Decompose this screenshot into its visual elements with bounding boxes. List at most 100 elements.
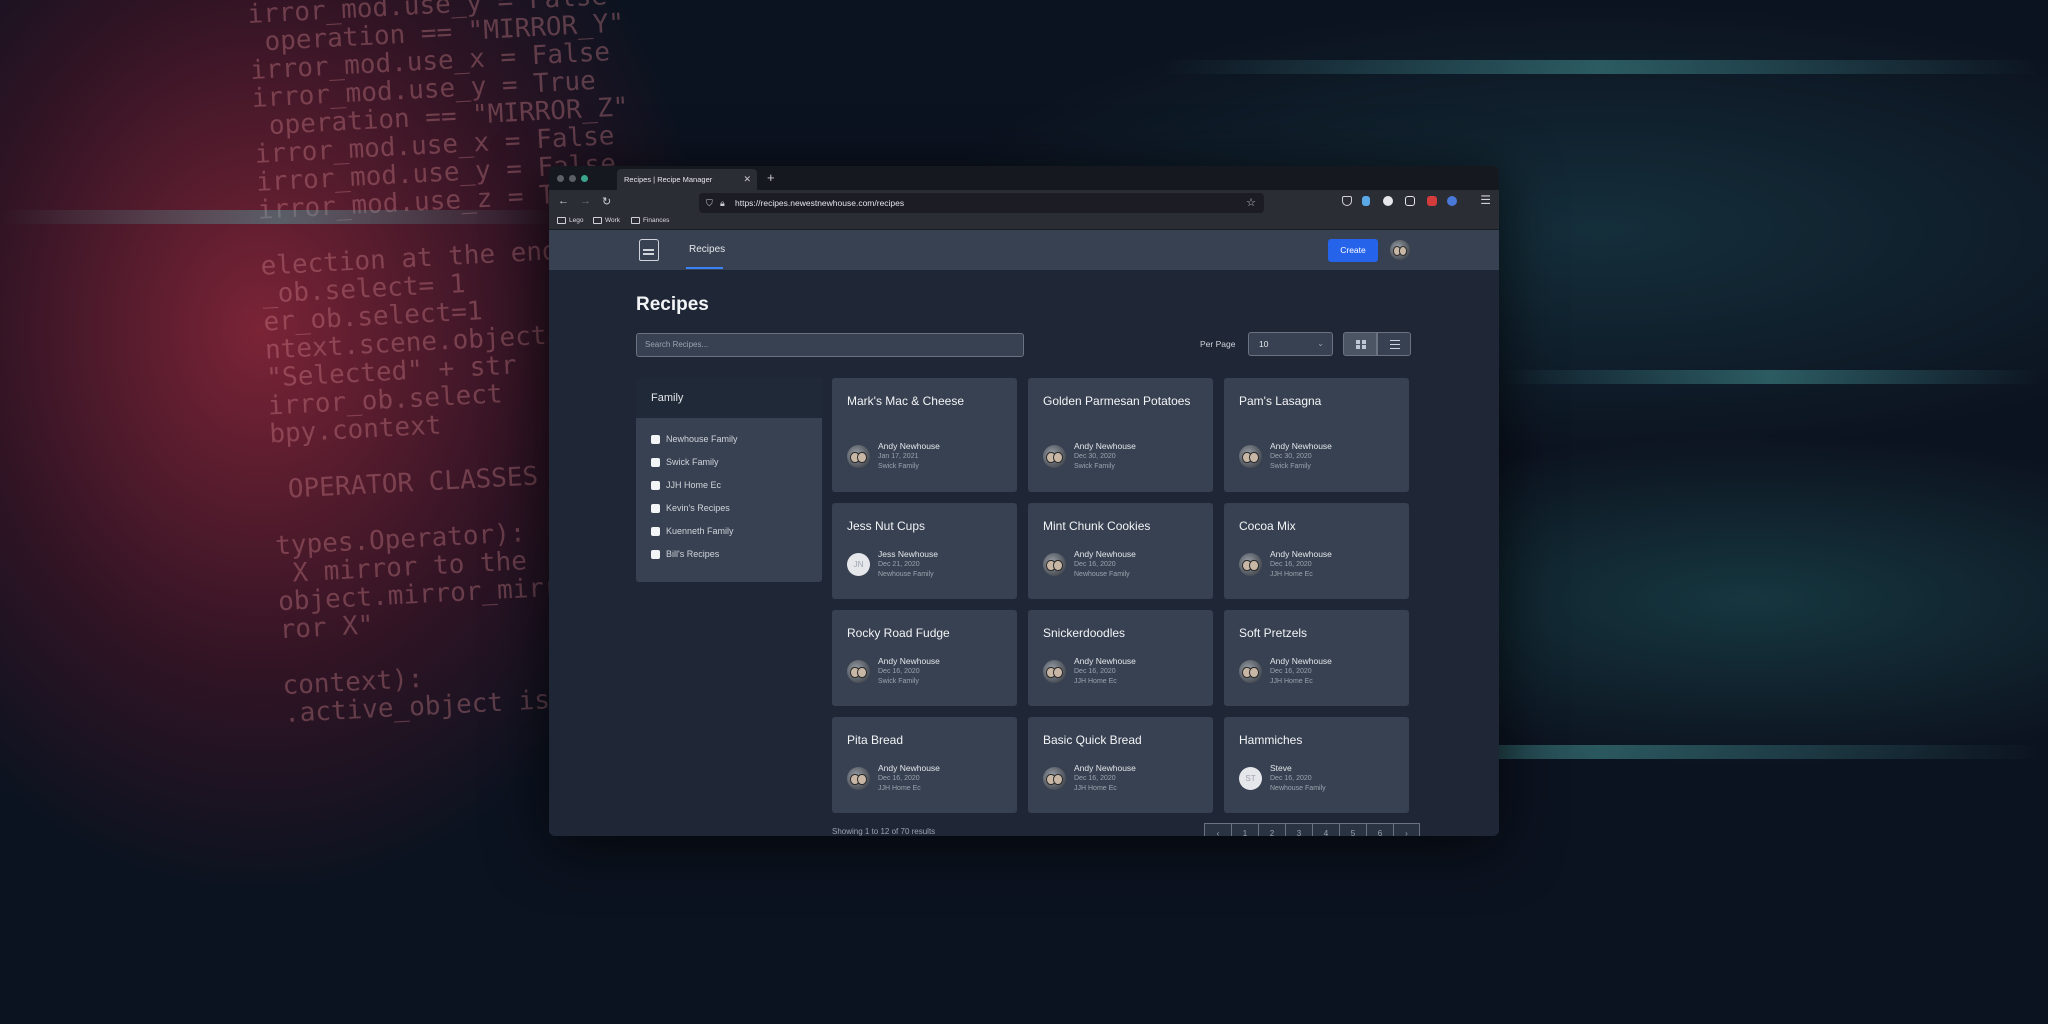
- author-name: Andy Newhouse: [1074, 549, 1136, 559]
- download-icon[interactable]: [1362, 196, 1370, 206]
- recipe-card[interactable]: Mint Chunk Cookies Andy Newhouse Dec 16, …: [1028, 503, 1213, 599]
- prev-page-button[interactable]: ‹: [1204, 823, 1231, 836]
- recipe-card[interactable]: Pita Bread Andy Newhouse Dec 16, 2020 JJH …: [832, 717, 1017, 813]
- filter-option[interactable]: Swick Family: [651, 455, 719, 469]
- recipe-title: Mint Chunk Cookies: [1043, 519, 1151, 533]
- checkbox[interactable]: [651, 457, 660, 467]
- recipe-date: Dec 16, 2020: [878, 668, 920, 675]
- page-title: Recipes: [636, 294, 709, 315]
- filter-option[interactable]: Kevin's Recipes: [651, 501, 730, 515]
- page-button[interactable]: 5: [1339, 823, 1366, 836]
- checkbox[interactable]: [651, 549, 660, 559]
- crop-icon[interactable]: [1405, 196, 1415, 206]
- filter-option[interactable]: Newhouse Family: [651, 432, 738, 446]
- recipe-card[interactable]: Cocoa Mix Andy Newhouse Dec 16, 2020 JJH H…: [1224, 503, 1409, 599]
- author-name: Jess Newhouse: [878, 549, 939, 559]
- window-maximize-dot[interactable]: [581, 175, 588, 182]
- recipe-title: Soft Pretzels: [1239, 626, 1308, 640]
- author-name: Andy Newhouse: [878, 763, 940, 773]
- search-input[interactable]: Search Recipes...: [636, 333, 1024, 357]
- recipe-card[interactable]: Jess Nut Cups JN Jess Newhouse Dec 21, 20…: [832, 503, 1017, 599]
- recipe-title: Pita Bread: [847, 733, 904, 747]
- browser-window: Recipes | Recipe Manager ✕ + ← → ↻ ⛉ 🔒︎ …: [549, 166, 1499, 836]
- recipe-date: Dec 16, 2020: [878, 775, 920, 782]
- page-button[interactable]: 3: [1285, 823, 1312, 836]
- recipe-card[interactable]: Mark's Mac & Cheese Andy Newhouse Jan 17,…: [832, 378, 1017, 492]
- browser-tab-bar: Recipes | Recipe Manager ✕ +: [549, 166, 1499, 190]
- bookmark-work[interactable]: Work: [593, 217, 620, 224]
- user-avatar[interactable]: [1390, 240, 1410, 260]
- page-button[interactable]: 4: [1312, 823, 1339, 836]
- recipe-family: Newhouse Family: [1074, 571, 1130, 578]
- author-avatar: [1239, 445, 1262, 468]
- recipe-date: Dec 16, 2020: [1270, 668, 1312, 675]
- page-button[interactable]: 2: [1258, 823, 1285, 836]
- recipe-title: Golden Parmesan Potatoes: [1043, 394, 1191, 408]
- pocket-icon[interactable]: [1342, 196, 1352, 206]
- folder-icon: [557, 217, 566, 224]
- author-name: Andy Newhouse: [1074, 763, 1136, 773]
- list-view-button[interactable]: [1377, 332, 1411, 356]
- back-icon[interactable]: ←: [558, 195, 569, 207]
- extension-red-icon[interactable]: [1427, 196, 1437, 206]
- new-tab-icon[interactable]: +: [767, 168, 775, 188]
- author-name: Andy Newhouse: [878, 656, 940, 666]
- per-page-value: 10: [1259, 339, 1269, 349]
- recipe-card[interactable]: Pam's Lasagna Andy Newhouse Dec 30, 2020 S…: [1224, 378, 1409, 492]
- list-icon: [1390, 340, 1400, 349]
- recipe-card[interactable]: Basic Quick Bread Andy Newhouse Dec 16, 2…: [1028, 717, 1213, 813]
- filter-option-label: Swick Family: [666, 457, 719, 467]
- checkbox[interactable]: [651, 503, 660, 513]
- author-avatar: [1239, 553, 1262, 576]
- recipe-card[interactable]: Snickerdoodles Andy Newhouse Dec 16, 2020…: [1028, 610, 1213, 706]
- checkbox[interactable]: [651, 480, 660, 490]
- author-avatar: [847, 445, 870, 468]
- bookmark-label: Work: [605, 217, 621, 224]
- window-close-dot[interactable]: [557, 175, 564, 182]
- recipe-author: Andy Newhouse Dec 16, 2020 JJH Home Ec: [1239, 549, 1332, 580]
- per-page-select[interactable]: 10 ⌄: [1248, 332, 1333, 356]
- page-button[interactable]: 1: [1231, 823, 1258, 836]
- page-button[interactable]: 6: [1366, 823, 1393, 836]
- next-page-button[interactable]: ›: [1393, 823, 1420, 836]
- recipe-author: Andy Newhouse Dec 30, 2020 Swick Family: [1239, 441, 1332, 472]
- create-button[interactable]: Create: [1328, 239, 1378, 262]
- checkbox[interactable]: [651, 434, 660, 444]
- recipe-date: Dec 16, 2020: [1074, 775, 1116, 782]
- grid-view-button[interactable]: [1343, 332, 1377, 356]
- shield-icon[interactable]: ⛉: [706, 193, 713, 213]
- lock-icon[interactable]: 🔒︎: [720, 193, 725, 213]
- close-tab-icon[interactable]: ✕: [743, 169, 751, 190]
- extension-circle-icon[interactable]: [1383, 196, 1393, 206]
- extension-shield-icon[interactable]: [1447, 196, 1457, 206]
- bookmark-star-icon[interactable]: ☆: [1246, 193, 1256, 213]
- filter-option[interactable]: Bill's Recipes: [651, 547, 719, 561]
- recipe-card[interactable]: Soft Pretzels Andy Newhouse Dec 16, 2020 J…: [1224, 610, 1409, 706]
- recipe-card[interactable]: Hammiches ST Steve Dec 16, 2020 Newhouse F…: [1224, 717, 1409, 813]
- checkbox[interactable]: [651, 526, 660, 536]
- window-minimize-dot[interactable]: [569, 175, 576, 182]
- recipe-card[interactable]: Rocky Road Fudge Andy Newhouse Dec 16, 20…: [832, 610, 1017, 706]
- author-initials-avatar: JN: [847, 553, 870, 576]
- author-avatar: [1043, 767, 1066, 790]
- url-text: https://recipes.newestnewhouse.com/recip…: [735, 198, 905, 208]
- recipe-date: Dec 30, 2020: [1270, 453, 1312, 460]
- browser-toolbar: ← → ↻ ⛉ 🔒︎ https://recipes.newestnewhous…: [549, 190, 1499, 216]
- reload-icon[interactable]: ↻: [602, 195, 611, 208]
- hamburger-menu-icon[interactable]: ☰: [1480, 193, 1491, 207]
- bookmark-finances[interactable]: Finances: [631, 217, 669, 224]
- forward-icon[interactable]: →: [580, 195, 591, 207]
- filter-option[interactable]: Kuenneth Family: [651, 524, 734, 538]
- bookmark-lego[interactable]: Lego: [557, 217, 583, 224]
- chef-hat-logo-icon[interactable]: [639, 239, 659, 261]
- filter-option[interactable]: JJH Home Ec: [651, 478, 721, 492]
- author-name: Andy Newhouse: [1074, 656, 1136, 666]
- browser-tab[interactable]: Recipes | Recipe Manager ✕: [617, 169, 757, 190]
- author-avatar: [1043, 553, 1066, 576]
- nav-recipes[interactable]: Recipes: [687, 230, 727, 270]
- recipe-author: ST Steve Dec 16, 2020 Newhouse Family: [1239, 763, 1326, 794]
- grid-icon: [1356, 340, 1366, 349]
- recipe-card[interactable]: Golden Parmesan Potatoes Andy Newhouse De…: [1028, 378, 1213, 492]
- family-filter-panel: Family Newhouse Family Swick Family JJH …: [636, 378, 822, 582]
- address-bar[interactable]: ⛉ 🔒︎ https://recipes.newestnewhouse.com/…: [699, 193, 1264, 213]
